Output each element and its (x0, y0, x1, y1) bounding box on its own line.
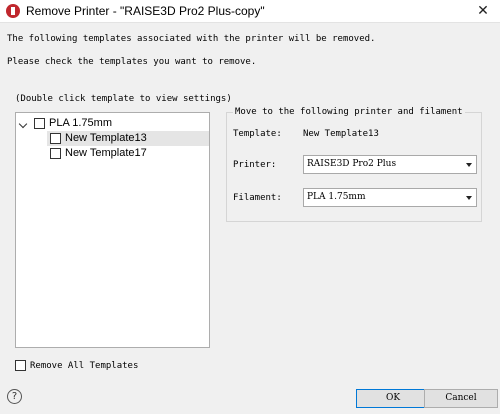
app-icon (6, 4, 20, 18)
filament-select-value: PLA 1.75mm (307, 192, 366, 202)
help-icon[interactable]: ? (7, 389, 22, 404)
tree-item-template13[interactable]: New Template13 (47, 131, 209, 146)
template-label: Template: (233, 129, 282, 139)
move-group-title: Move to the following printer and filame… (233, 107, 465, 117)
ok-button[interactable]: OK (356, 389, 430, 408)
message-line-2: Please check the templates you want to r… (7, 57, 257, 67)
move-group: Move to the following printer and filame… (226, 107, 482, 222)
tree-item-root[interactable]: PLA 1.75mm (16, 116, 209, 131)
chevron-down-icon[interactable] (466, 163, 472, 167)
tree-item-label: New Template13 (65, 132, 147, 144)
template-value: New Template13 (303, 129, 379, 139)
template17-checkbox[interactable] (50, 148, 61, 159)
chevron-down-icon[interactable] (466, 196, 472, 200)
chevron-down-icon[interactable] (18, 119, 28, 129)
tree-hint: (Double click template to view settings) (15, 94, 232, 104)
template13-checkbox[interactable] (50, 133, 61, 144)
close-icon[interactable]: ✕ (474, 2, 492, 20)
tree-item-template17[interactable]: New Template17 (47, 146, 209, 161)
printer-label: Printer: (233, 160, 277, 170)
template-tree[interactable]: PLA 1.75mm New Template13 New Template17 (15, 112, 210, 348)
tree-item-label: PLA 1.75mm (49, 117, 112, 129)
cancel-button[interactable]: Cancel (424, 389, 498, 408)
filament-select[interactable]: PLA 1.75mm (303, 188, 477, 207)
button-bar: ? OK Cancel (0, 381, 500, 414)
root-checkbox[interactable] (34, 118, 45, 129)
title-bar: Remove Printer - "RAISE3D Pro2 Plus-copy… (0, 0, 500, 23)
printer-select-value: RAISE3D Pro2 Plus (307, 159, 397, 169)
remove-all-label[interactable]: Remove All Templates (30, 361, 138, 371)
printer-select[interactable]: RAISE3D Pro2 Plus (303, 155, 477, 174)
remove-all-checkbox[interactable] (15, 360, 26, 371)
message-line-1: The following templates associated with … (7, 34, 376, 44)
tree-item-label: New Template17 (65, 147, 147, 159)
filament-label: Filament: (233, 193, 282, 203)
window-title: Remove Printer - "RAISE3D Pro2 Plus-copy… (26, 4, 265, 18)
